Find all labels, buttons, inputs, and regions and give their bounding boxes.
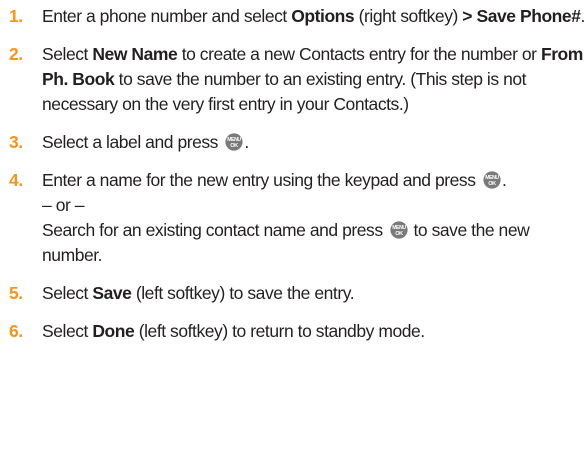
menu-ok-key-icon: MENU OK	[390, 221, 408, 239]
steps-list: 1. Enter a phone number and select Optio…	[0, 4, 587, 357]
step-text: Select Save (left softkey) to save the e…	[42, 283, 355, 303]
step-6: 6. Select Done (left softkey) to return …	[0, 319, 587, 344]
step-number: 6.	[9, 321, 23, 341]
instruction-page: 1. Enter a phone number and select Optio…	[0, 0, 587, 471]
step-text: Enter a phone number and select Options …	[42, 6, 585, 26]
step-2: 2. Select New Name to create a new Conta…	[0, 42, 587, 117]
menu-ok-key-icon: MENU OK	[483, 171, 501, 189]
step-4: 4. Enter a name for the new entry using …	[0, 168, 587, 268]
svg-text:MENU: MENU	[228, 137, 242, 143]
step-number: 3.	[9, 132, 23, 152]
step-number: 1.	[9, 6, 23, 26]
svg-text:OK: OK	[231, 143, 239, 149]
step-5: 5. Select Save (left softkey) to save th…	[0, 281, 587, 306]
svg-text:MENU: MENU	[392, 225, 406, 231]
step-number: 5.	[9, 283, 23, 303]
step-text: Enter a name for the new entry using the…	[42, 170, 587, 265]
step-text: Select a label and press MENU OK.	[42, 132, 249, 152]
svg-text:OK: OK	[488, 181, 496, 187]
step-3: 3. Select a label and press MENU OK.	[0, 130, 587, 155]
menu-ok-key-icon: MENU OK	[225, 133, 244, 151]
step-1: 1. Enter a phone number and select Optio…	[0, 4, 587, 29]
svg-text:MENU: MENU	[485, 175, 499, 181]
step-text: Select New Name to create a new Contacts…	[42, 44, 583, 114]
step-number: 4.	[9, 170, 23, 190]
svg-text:OK: OK	[395, 231, 403, 237]
step-number: 2.	[9, 44, 23, 64]
step-text: Select Done (left softkey) to return to …	[42, 321, 425, 341]
or-separator: – or –	[42, 195, 85, 215]
